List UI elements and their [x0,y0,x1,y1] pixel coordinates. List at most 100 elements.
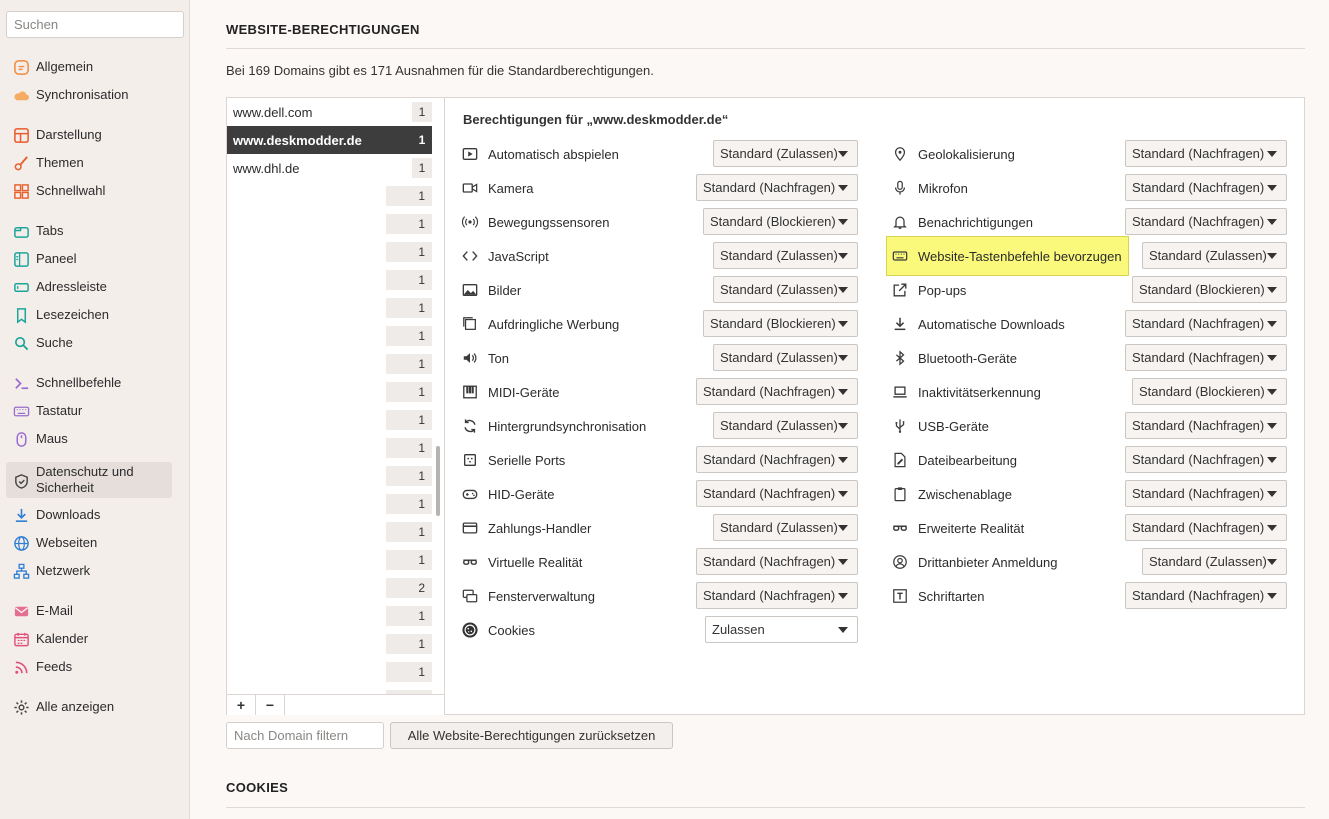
permission-select-kamera[interactable]: Standard (Nachfragen) [696,174,858,201]
sidebar-item-netzwerk[interactable]: Netzwerk [6,559,172,583]
domain-list-item[interactable]: 1 [227,434,432,462]
permission-select-drittanbieter-anmeldung[interactable]: Standard (Zulassen) [1142,548,1287,575]
permission-select-javascript[interactable]: Standard (Zulassen) [713,242,858,269]
permission-select-zahlungs-handler[interactable]: Standard (Zulassen) [713,514,858,541]
sidebar-item-webseiten[interactable]: Webseiten [6,531,172,555]
permission-value: Standard (Nachfragen) [703,180,836,195]
permission-select-usb-geräte[interactable]: Standard (Nachfragen) [1125,412,1287,439]
domain-list-item[interactable]: 1 [227,350,432,378]
sidebar-item-schnellwahl[interactable]: Schnellwahl [6,179,172,203]
domain-list-item[interactable]: 2 [227,574,432,602]
permission-select-inaktivitätserkennung[interactable]: Standard (Blockieren) [1132,378,1287,405]
domain-filter-input[interactable] [226,722,384,749]
domain-list-item[interactable]: 1 [227,406,432,434]
domain-exception-count: 1 [386,270,432,290]
domain-exception-count: 1 [386,410,432,430]
permission-select-benachrichtigungen[interactable]: Standard (Nachfragen) [1125,208,1287,235]
sidebar-item-allgemein[interactable]: Allgemein [6,55,172,79]
sidebar-item-suche[interactable]: Suche [6,331,172,355]
sidebar-item-label: Alle anzeigen [36,699,115,714]
permission-select-hid-geräte[interactable]: Standard (Nachfragen) [696,480,858,507]
domain-list-item[interactable]: 1 [227,378,432,406]
permission-select-bewegungssensoren[interactable]: Standard (Blockieren) [703,208,858,235]
reset-all-permissions-button[interactable]: Alle Website-Berechtigungen zurücksetzen [390,722,673,749]
permission-select-automatische-downloads[interactable]: Standard (Nachfragen) [1125,310,1287,337]
domain-exception-count: 1 [386,214,432,234]
domain-list-item[interactable]: 1 [227,462,432,490]
settings-search-input[interactable] [6,11,184,38]
permission-select-bluetooth-geräte[interactable]: Standard (Nachfragen) [1125,344,1287,371]
domain-list-item[interactable]: 1 [227,182,432,210]
section-divider [226,807,1305,808]
domain-list-item[interactable]: 1 [227,294,432,322]
domain-list-item[interactable]: 1 [227,658,432,686]
sidebar-item-adressleiste[interactable]: Adressleiste [6,275,172,299]
permission-select-midi-geräte[interactable]: Standard (Nachfragen) [696,378,858,405]
domain-list-item[interactable]: 1 [227,686,432,694]
sidebar-item-kalender[interactable]: Kalender [6,627,172,651]
sidebar-item-downloads[interactable]: Downloads [6,503,172,527]
permission-value: Standard (Blockieren) [710,214,836,229]
sidebar-item-themen[interactable]: Themen [6,151,172,175]
permission-select-bilder[interactable]: Standard (Zulassen) [713,276,858,303]
sidebar-item-lesezeichen[interactable]: Lesezeichen [6,303,172,327]
domain-list-item[interactable]: 1 [227,210,432,238]
domain-list-item[interactable]: 1 [227,518,432,546]
sidebar-item-alle-anzeigen[interactable]: Alle anzeigen [6,695,172,719]
permission-select-website-tastenbefehle-bevorzugen[interactable]: Standard (Zulassen) [1142,242,1287,269]
domain-list-item[interactable]: 1 [227,546,432,574]
permission-select-automatisch-abspielen[interactable]: Standard (Zulassen) [713,140,858,167]
permission-value: Standard (Blockieren) [1139,282,1265,297]
permission-select-geolokalisierung[interactable]: Standard (Nachfragen) [1125,140,1287,167]
sidebar-item-darstellung[interactable]: Darstellung [6,123,172,147]
sidebar-item-schnellbefehle[interactable]: Schnellbefehle [6,371,172,395]
permission-automatische-downloads: Automatische Downloads [891,310,1065,338]
domain-list-item[interactable]: www.dell.com 1 [227,98,432,126]
domain-exception-count: 2 [386,578,432,598]
permission-schriftarten: Schriftarten [891,582,984,610]
domain-list-item[interactable]: 1 [227,238,432,266]
settings-sidebar: Allgemein Synchronisation Darstellung Theme… [0,0,190,819]
permission-select-cookies[interactable]: Zulassen [705,616,858,643]
domain-list-scrollbar[interactable] [436,446,440,516]
sidebar-item-feeds[interactable]: Feeds [6,655,172,679]
domain-list-item[interactable]: www.deskmodder.de 1 [227,126,432,154]
sidebar-item-tabs[interactable]: Tabs [6,219,172,243]
permission-select-ton[interactable]: Standard (Zulassen) [713,344,858,371]
sidebar-item-e-mail[interactable]: E-Mail [6,599,172,623]
permission-select-erweiterte-realität[interactable]: Standard (Nachfragen) [1125,514,1287,541]
permission-select-mikrofon[interactable]: Standard (Nachfragen) [1125,174,1287,201]
permission-select-fensterverwaltung[interactable]: Standard (Nachfragen) [696,582,858,609]
sidebar-item-maus[interactable]: Maus [6,427,172,451]
permission-select-virtuelle-realität[interactable]: Standard (Nachfragen) [696,548,858,575]
permission-select-dateibearbeitung[interactable]: Standard (Nachfragen) [1125,446,1287,473]
domain-list-item[interactable]: 1 [227,490,432,518]
chevron-down-icon [1267,525,1277,531]
domain-list-item[interactable]: 1 [227,322,432,350]
domain-list-item[interactable]: 1 [227,602,432,630]
sidebar-item-paneel[interactable]: Paneel [6,247,172,271]
sidebar-item-synchronisation[interactable]: Synchronisation [6,83,172,107]
chevron-down-icon [838,525,848,531]
midi-icon [461,383,479,401]
external-link-icon [891,281,909,299]
permission-select-aufdringliche-werbung[interactable]: Standard (Blockieren) [703,310,858,337]
sidebar-item-tastatur[interactable]: Tastatur [6,399,172,423]
domain-list[interactable]: 1111211111111111111www.dhl.de1www.deskmo… [227,98,445,694]
domain-list-item[interactable]: www.dhl.de 1 [227,154,432,182]
permission-bluetooth-geräte: Bluetooth-Geräte [891,344,1017,372]
permission-select-schriftarten[interactable]: Standard (Nachfragen) [1125,582,1287,609]
remove-domain-button[interactable]: − [256,695,285,715]
domain-list-item[interactable]: 1 [227,266,432,294]
permission-select-pop-ups[interactable]: Standard (Blockieren) [1132,276,1287,303]
domain-list-item[interactable]: 1 [227,630,432,658]
permission-select-serielle-ports[interactable]: Standard (Nachfragen) [696,446,858,473]
sync-icon [461,417,479,435]
permission-select-hintergrundsynchronisation[interactable]: Standard (Zulassen) [713,412,858,439]
sidebar-item-label: Feeds [36,659,73,674]
sidebar-item-datenschutz-und-sicherheit[interactable]: Datenschutz und Sicherheit [6,462,172,498]
permission-zahlungs-handler: Zahlungs-Handler [461,514,591,542]
permission-select-zwischenablage[interactable]: Standard (Nachfragen) [1125,480,1287,507]
add-domain-button[interactable]: + [227,695,256,715]
permission-website-tastenbefehle-bevorzugen: Website-Tastenbefehle bevorzugen [886,236,1129,276]
